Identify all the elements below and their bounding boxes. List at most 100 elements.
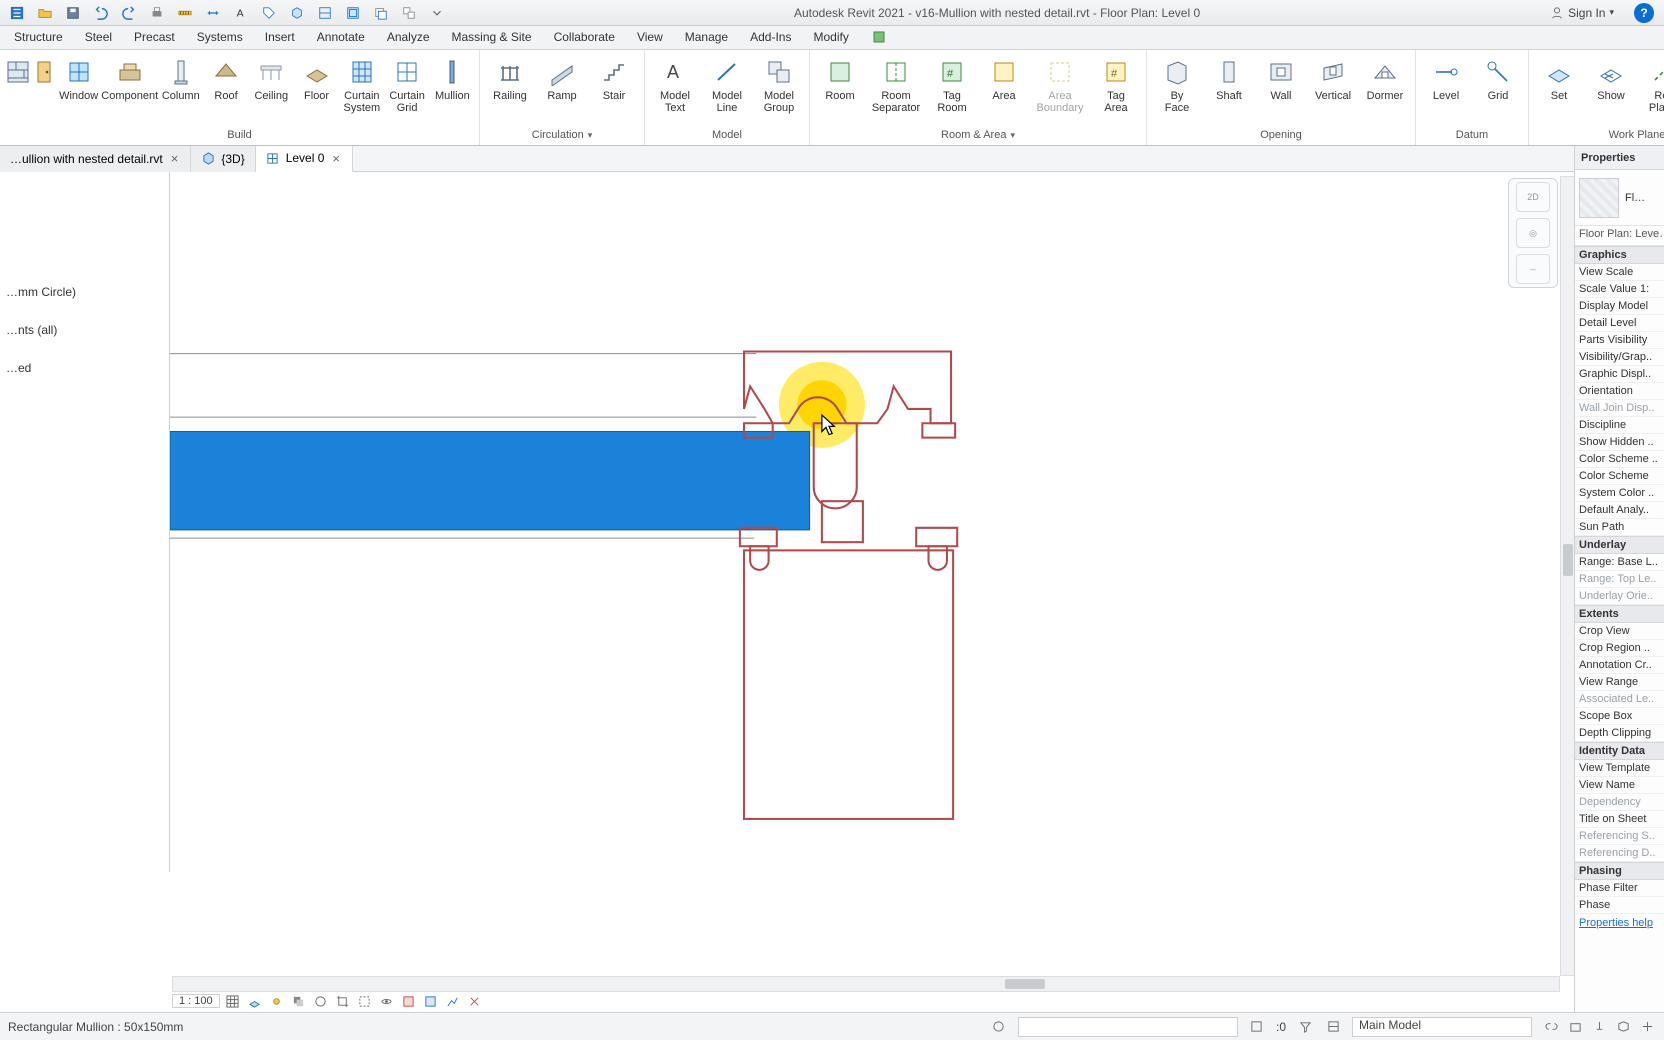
editable-only-icon[interactable] — [1248, 1019, 1266, 1035]
type-selector[interactable]: Fl… — [1575, 170, 1664, 226]
prop-row[interactable]: Wall Join Disp.. — [1575, 400, 1664, 417]
close-tab-icon[interactable]: × — [330, 151, 342, 166]
properties-help-link[interactable]: Properties help — [1579, 917, 1653, 929]
section-icon[interactable] — [314, 2, 336, 24]
view-tab-3d[interactable]: {3D} — [191, 146, 255, 172]
shaft-button[interactable]: Shaft — [1203, 54, 1255, 104]
view-scale-selector[interactable]: 1 : 100 — [172, 994, 220, 1008]
prop-row[interactable]: View Template — [1575, 760, 1664, 777]
prop-row[interactable]: View Name — [1575, 777, 1664, 794]
browser-node[interactable]: …nts (all) — [0, 320, 169, 340]
aligned-dim-icon[interactable] — [202, 2, 224, 24]
ribbon-tab-modify[interactable]: Modify — [803, 26, 858, 49]
prop-row[interactable]: Title on Sheet — [1575, 811, 1664, 828]
prop-group[interactable]: Underlay — [1575, 536, 1664, 554]
model-group-button[interactable]: Model Group — [753, 54, 805, 116]
column-button[interactable]: Column — [158, 54, 203, 104]
ribbon-tab-insert[interactable]: Insert — [255, 26, 305, 49]
hide-isolate-icon[interactable] — [378, 993, 396, 1009]
prop-row[interactable]: Associated Le.. — [1575, 691, 1664, 708]
ribbon-tab-analyze[interactable]: Analyze — [377, 26, 440, 49]
ribbon-tab-massing[interactable]: Massing & Site — [442, 26, 542, 49]
print-icon[interactable] — [146, 2, 168, 24]
close-hidden-icon[interactable] — [370, 2, 392, 24]
prop-row[interactable]: Show Hidden .. — [1575, 434, 1664, 451]
dormer-button[interactable]: Dormer — [1359, 54, 1411, 104]
view-cube-2d[interactable]: 2D — [1516, 182, 1550, 212]
railing-button[interactable]: Railing — [484, 54, 536, 104]
prop-row[interactable]: Depth Clipping — [1575, 725, 1664, 742]
prop-row[interactable]: Color Scheme — [1575, 468, 1664, 485]
prop-row[interactable]: Annotation Cr.. — [1575, 657, 1664, 674]
ribbon-tab-systems[interactable]: Systems — [187, 26, 253, 49]
switch-windows-icon[interactable] — [398, 2, 420, 24]
window-button[interactable]: Window — [56, 54, 101, 104]
open-icon[interactable] — [34, 2, 56, 24]
design-option-icon[interactable] — [1324, 1019, 1342, 1035]
ribbon-tab-steel[interactable]: Steel — [75, 26, 122, 49]
prop-row[interactable]: Visibility/Grap.. — [1575, 349, 1664, 366]
by-face-button[interactable]: By Face — [1151, 54, 1203, 116]
ceiling-button[interactable]: Ceiling — [249, 54, 294, 104]
sign-in-button[interactable]: Sign In ▾ — [1550, 6, 1614, 20]
grid-button[interactable]: Grid — [1472, 54, 1524, 104]
ref-plane-button[interactable]: Ref Plane — [1637, 54, 1664, 116]
prop-row[interactable]: Color Scheme .. — [1575, 451, 1664, 468]
tag-room-button[interactable]: #Tag Room — [926, 54, 978, 116]
prop-row[interactable]: Referencing S.. — [1575, 828, 1664, 845]
redo-icon[interactable] — [118, 2, 140, 24]
drag-elements-icon[interactable] — [1638, 1019, 1656, 1035]
mullion-button[interactable]: Mullion — [430, 54, 475, 104]
set-workplane-button[interactable]: Set — [1533, 54, 1585, 104]
prop-row[interactable]: Parts Visibility — [1575, 332, 1664, 349]
crop-icon[interactable] — [334, 993, 352, 1009]
measure-icon[interactable] — [174, 2, 196, 24]
prop-row[interactable]: Detail Level — [1575, 315, 1664, 332]
reveal-hidden-icon[interactable] — [400, 993, 418, 1009]
level-button[interactable]: Level — [1420, 54, 1472, 104]
drawing-canvas[interactable]: 2D ◎ – — [170, 172, 1564, 980]
prop-group[interactable]: Phasing — [1575, 862, 1664, 880]
prop-group[interactable]: Graphics — [1575, 246, 1664, 264]
instance-filter[interactable]: Floor Plan: Leve… — [1575, 226, 1664, 246]
prop-row[interactable]: Phase — [1575, 897, 1664, 914]
browser-node[interactable]: …mm Circle) — [0, 282, 169, 302]
select-pinned-icon[interactable] — [1590, 1019, 1608, 1035]
prop-row[interactable]: Default Analy.. — [1575, 502, 1664, 519]
prop-row[interactable]: Display Model — [1575, 298, 1664, 315]
view-tab-level0[interactable]: Level 0 × — [256, 146, 353, 172]
ribbon-tab-structure[interactable]: Structure — [4, 26, 73, 49]
ribbon-appearance-icon[interactable] — [867, 28, 891, 49]
curtain-grid-button[interactable]: Curtain Grid — [384, 54, 429, 116]
thin-lines-icon[interactable] — [342, 2, 364, 24]
ribbon-tab-precast[interactable]: Precast — [124, 26, 185, 49]
prop-row[interactable]: Range: Top Le.. — [1575, 571, 1664, 588]
text-icon[interactable]: A — [230, 2, 252, 24]
steering-wheel-icon[interactable]: ◎ — [1516, 218, 1550, 248]
prop-group[interactable]: Extents — [1575, 605, 1664, 623]
workset-selector[interactable] — [1018, 1017, 1238, 1037]
app-menu-button[interactable] — [6, 2, 28, 24]
room-button[interactable]: Room — [814, 54, 866, 104]
ramp-button[interactable]: Ramp — [536, 54, 588, 104]
area-button[interactable]: Area — [978, 54, 1030, 104]
rendering-icon[interactable] — [312, 993, 330, 1009]
select-face-icon[interactable] — [1614, 1019, 1632, 1035]
detail-level-icon[interactable] — [224, 993, 242, 1009]
select-underlay-icon[interactable] — [1566, 1019, 1584, 1035]
ribbon-tab-collaborate[interactable]: Collaborate — [544, 26, 625, 49]
analytical-icon[interactable] — [444, 993, 462, 1009]
prop-row[interactable]: Scale Value 1: — [1575, 281, 1664, 298]
roof-button[interactable]: Roof — [203, 54, 248, 104]
crop-visible-icon[interactable] — [356, 993, 374, 1009]
view-tab-home[interactable]: …ullion with nested detail.rvt × — [0, 146, 191, 172]
prop-row[interactable]: Scope Box — [1575, 708, 1664, 725]
filter-icon[interactable] — [1296, 1019, 1314, 1035]
navigation-widget[interactable]: 2D ◎ – — [1508, 178, 1558, 288]
reveal-constraints-icon[interactable] — [466, 993, 484, 1009]
temp-view-props-icon[interactable] — [422, 993, 440, 1009]
prop-row[interactable]: View Range — [1575, 674, 1664, 691]
tag-icon[interactable] — [258, 2, 280, 24]
floor-button[interactable]: Floor — [294, 54, 339, 104]
select-links-icon[interactable] — [1542, 1019, 1560, 1035]
